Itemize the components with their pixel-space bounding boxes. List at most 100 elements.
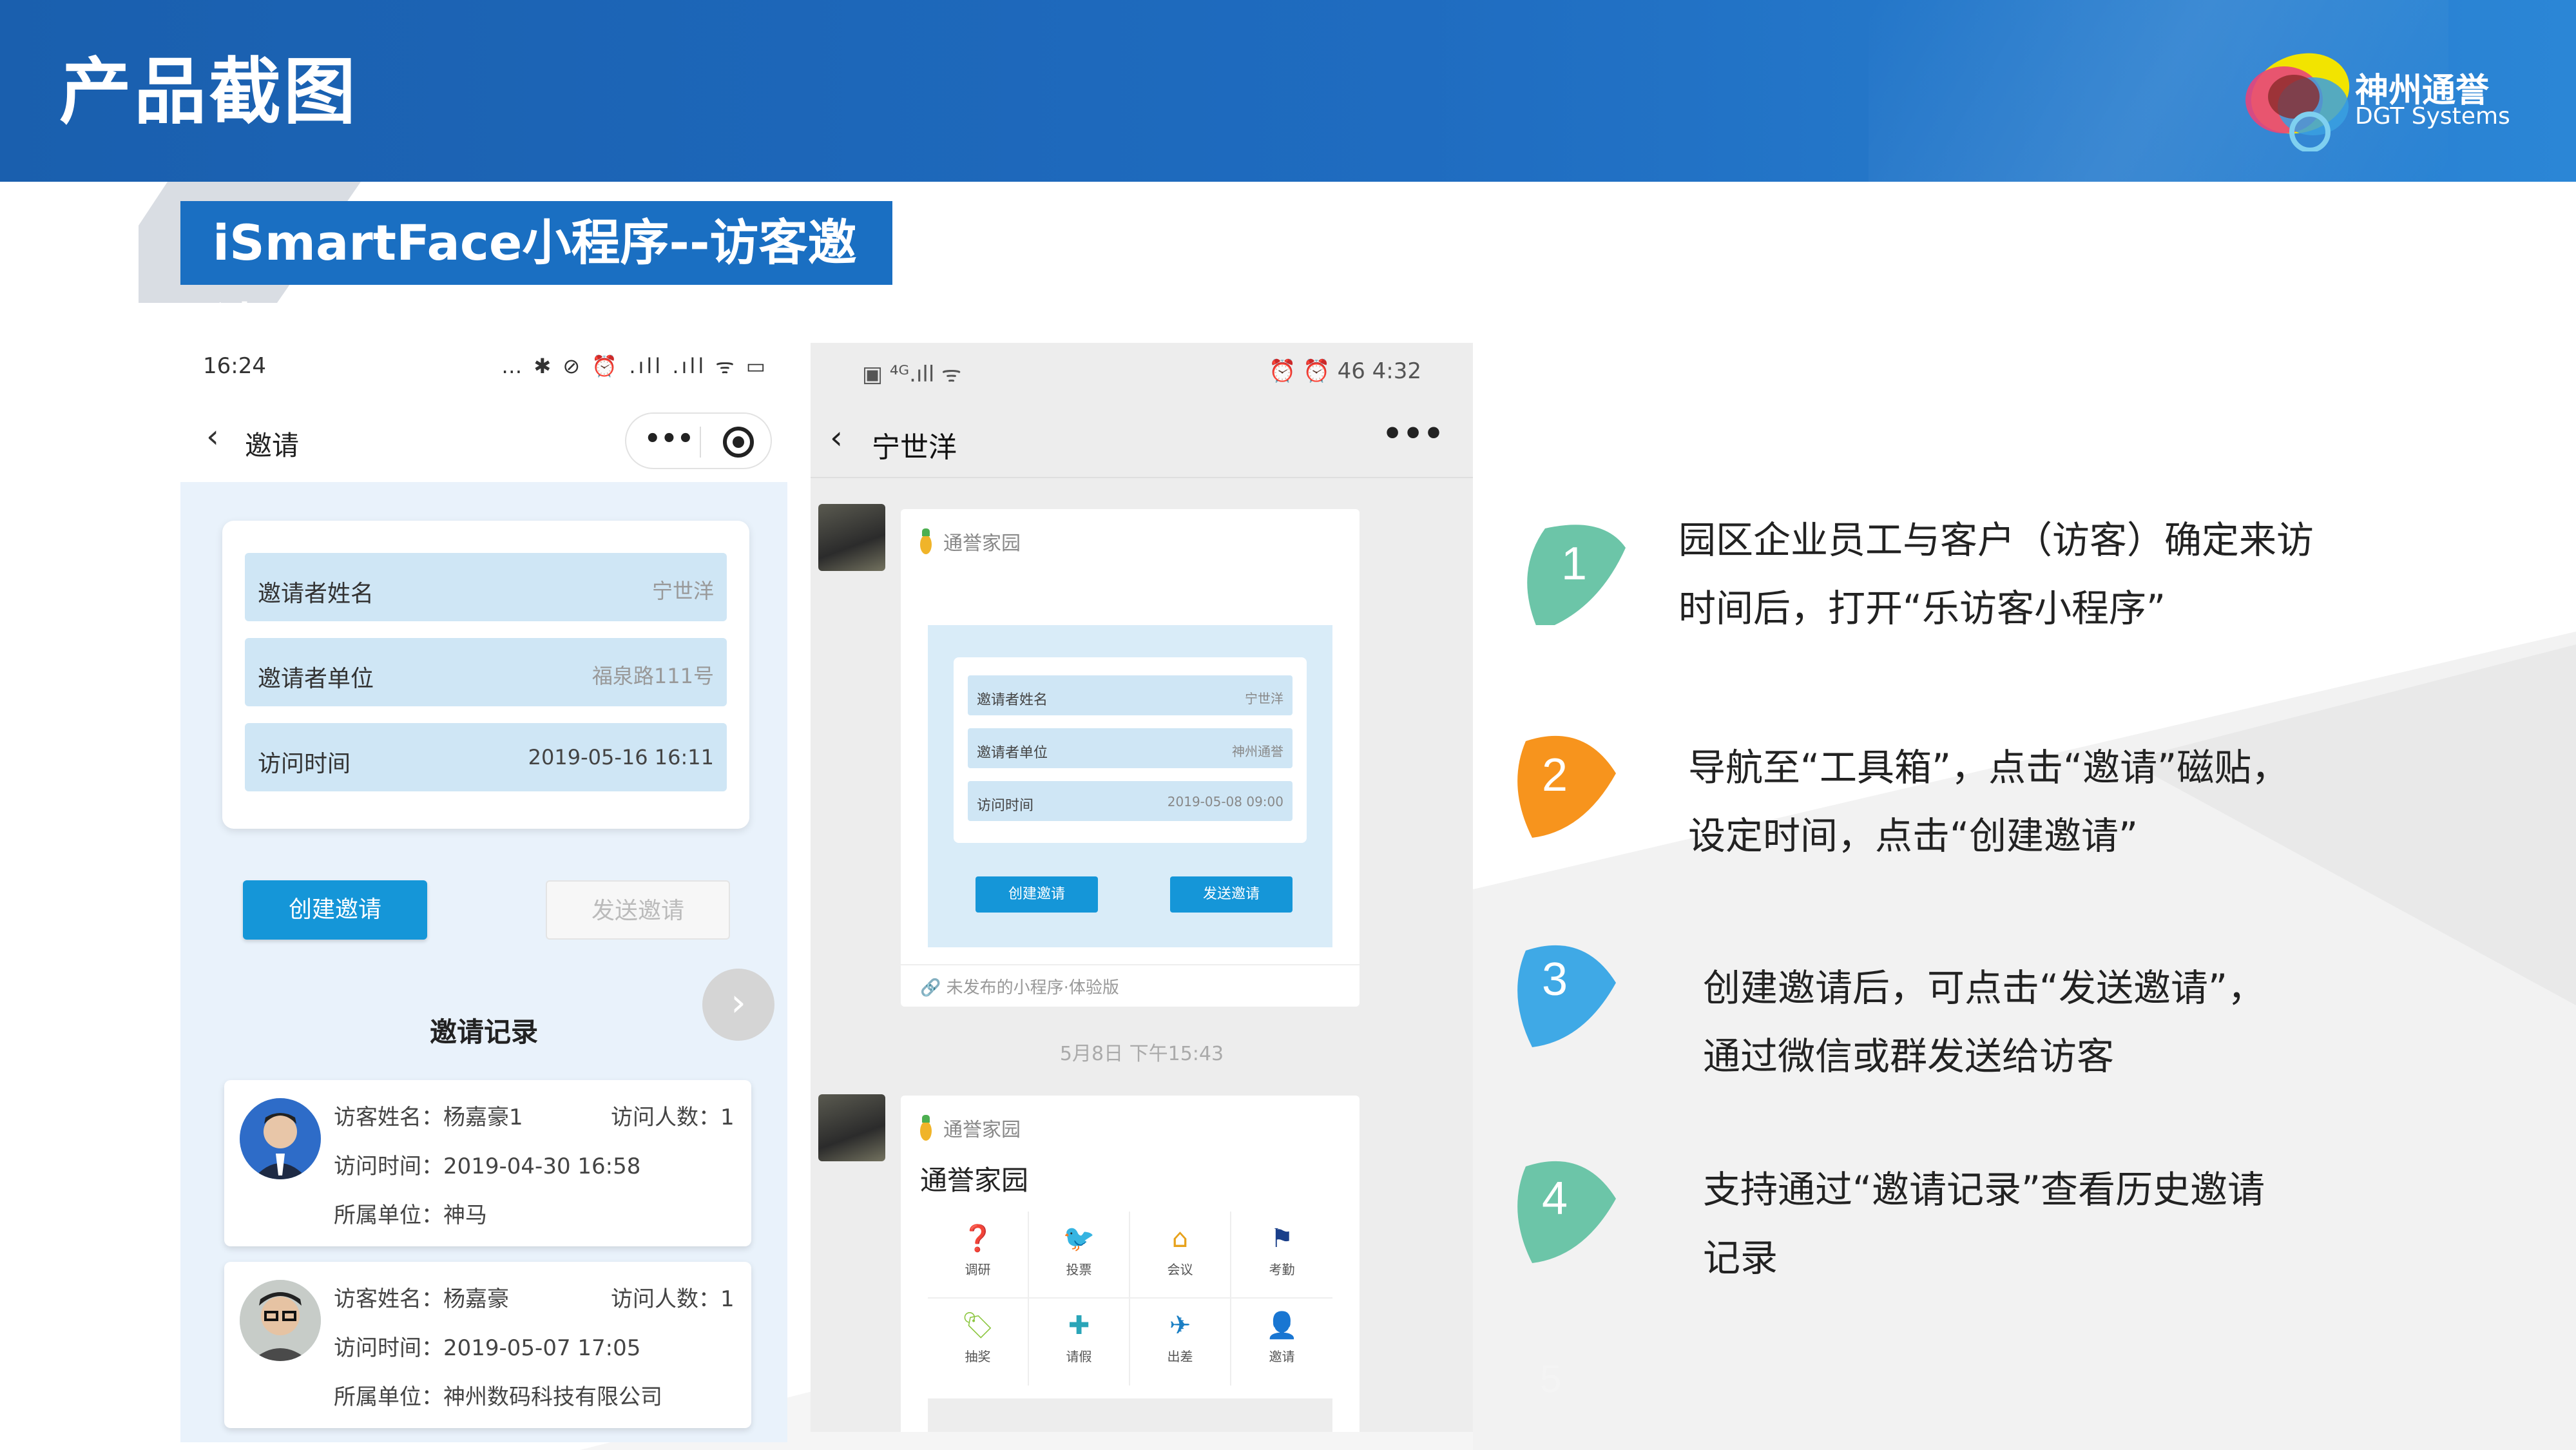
step-number: 3	[1500, 925, 1610, 1034]
card-title: 通誉家园	[920, 1165, 1029, 1196]
visitor-name: 访客姓名：杨嘉豪	[334, 1286, 509, 1312]
capsule-divider	[700, 427, 701, 458]
card-app-name: 通誉家园	[943, 1119, 1021, 1141]
form-value: 2019-05-16 16:11	[528, 745, 714, 769]
form-value: 福泉路111号	[591, 664, 714, 688]
record-card[interactable]: 访客姓名：杨嘉豪1 访问人数：1 访问时间：2019-04-30 16:58 所…	[224, 1080, 751, 1246]
nav-bar: ‹ 邀请 •••	[180, 398, 787, 482]
step-description: 支持通过“邀请记录”查看历史邀请 记录	[1703, 1155, 2265, 1292]
mini-program-card[interactable]: 通誉家园 邀请者姓名 宁世洋 邀请者单位 神州通誉 访问时间 2019-05-0…	[901, 509, 1360, 1007]
step-number-text: 4	[1541, 1173, 1568, 1224]
preview-value: 2019-05-08 09:00	[1167, 794, 1283, 809]
step-line: 支持通过“邀请记录”查看历史邀请	[1703, 1168, 2265, 1212]
step-description: 创建邀请后，可点击“发送邀请”， 通过微信或群发送给访客	[1703, 954, 2265, 1090]
medkit-icon: ✚	[1068, 1311, 1090, 1340]
step-number: 1	[1519, 509, 1629, 619]
pineapple-icon	[920, 528, 932, 554]
link-icon: 🔗	[920, 978, 947, 998]
plane-icon: ✈	[1169, 1311, 1191, 1340]
step-line: 记录	[1703, 1236, 1778, 1280]
back-icon[interactable]: ‹	[206, 418, 219, 455]
preview-value: 神州通誉	[1232, 744, 1283, 759]
record-card[interactable]: 访客姓名：杨嘉豪 访问人数：1 访问时间：2019-05-07 17:05 所属…	[224, 1262, 751, 1428]
grid-label: 出差	[1167, 1349, 1193, 1364]
status-bar: 16:24 … ✱ ⊘ ⏰ .ıll .ıll ᯤ ▭	[180, 334, 787, 398]
preview-label: 访问时间	[977, 798, 1034, 814]
create-invite-button[interactable]: 创建邀请	[243, 880, 427, 940]
more-icon[interactable]: •••	[1382, 415, 1444, 452]
step-number-text: 2	[1541, 749, 1568, 801]
chat-nav-bar: ‹ 宁世洋 •••	[811, 401, 1473, 478]
visitor-unit: 所属单位：神州数码科技有限公司	[334, 1384, 662, 1410]
form-row-inviter-name[interactable]: 邀请者姓名 宁世洋	[245, 553, 727, 621]
question-icon: ❓	[961, 1224, 994, 1253]
card-app-header: 通誉家园	[920, 1114, 1021, 1142]
header-bar: 产品截图 神州通誉 DGT Systems	[0, 0, 2576, 182]
grid-label: 调研	[965, 1262, 991, 1277]
preview-label: 邀请者单位	[977, 745, 1048, 761]
step-number-text: 1	[1561, 538, 1588, 590]
grid-label: 抽奖	[965, 1349, 991, 1364]
visitor-count: 访问人数：1	[611, 1105, 735, 1130]
status-left-icons: ▣ ⁴ᴳ.ıll ᯤ	[862, 362, 962, 387]
form-row-visit-time[interactable]: 访问时间 2019-05-16 16:11	[245, 723, 727, 791]
grid-label: 考勤	[1269, 1262, 1295, 1277]
chat-title: 宁世洋	[872, 431, 957, 464]
form-row-inviter-unit[interactable]: 邀请者单位 福泉路111号	[245, 638, 727, 706]
section-subtitle: iSmartFace小程序--访客邀请	[180, 201, 892, 355]
step-description: 导航至“工具箱”，点击“邀请”磁贴， 设定时间，点击“创建邀请”	[1688, 733, 2289, 870]
grid-label: 投票	[1066, 1262, 1092, 1277]
step-line: 导航至“工具箱”，点击“邀请”磁贴，	[1688, 746, 2289, 789]
step-number: 2	[1500, 720, 1610, 830]
person-icon: 👤	[1265, 1311, 1298, 1340]
grid-label: 会议	[1167, 1262, 1193, 1277]
avatar	[240, 1098, 321, 1179]
more-icon[interactable]: •••	[644, 424, 694, 454]
invite-form: 邀请者姓名 宁世洋 邀请者单位 福泉路111号 访问时间 2019-05-16 …	[222, 521, 749, 829]
slide-title: 产品截图	[59, 50, 358, 134]
status-right-icons: ⏰ ⏰ 46 4:32	[1269, 358, 1421, 384]
visitor-count: 访问人数：1	[611, 1286, 735, 1312]
step-number: 4	[1500, 1144, 1610, 1253]
chat-timestamp: 5月8日 下午15:43	[1059, 1043, 1224, 1065]
back-icon[interactable]: ‹	[830, 419, 843, 456]
close-mini-program-icon[interactable]	[723, 427, 754, 458]
form-value: 宁世洋	[651, 579, 714, 603]
preview-send-button: 发送邀请	[1170, 876, 1293, 913]
preview-form: 邀请者姓名 宁世洋 邀请者单位 神州通誉 访问时间 2019-05-08 09:…	[954, 657, 1307, 843]
status-bar: ▣ ⁴ᴳ.ıll ᯤ ⏰ ⏰ 46 4:32	[811, 343, 1473, 401]
sender-avatar[interactable]	[818, 504, 885, 571]
nav-title: 邀请	[245, 430, 300, 461]
grid-item-invite: 👤 邀请	[1231, 1299, 1332, 1386]
step-line: 设定时间，点击“创建邀请”	[1688, 814, 2139, 858]
grid-item-lottery: 🏷 抽奖	[928, 1299, 1029, 1386]
bird-icon: 🐦	[1062, 1224, 1095, 1253]
card-footer-note: 未发布的小程序·体验版	[946, 978, 1119, 998]
preview-value: 宁世洋	[1245, 691, 1283, 706]
sender-avatar[interactable]	[818, 1094, 885, 1161]
step-description: 园区企业员工与客户（访客）确定来访 时间后，打开“乐访客小程序”	[1678, 506, 2314, 643]
card-footer: 🔗 未发布的小程序·体验版	[920, 974, 1119, 998]
form-label: 访问时间	[258, 751, 351, 777]
pineapple-icon	[920, 1114, 932, 1141]
preview-create-button: 创建邀请	[976, 876, 1098, 913]
send-invite-button[interactable]: 发送邀请	[546, 880, 730, 940]
avatar	[240, 1280, 321, 1361]
card-divider	[901, 964, 1360, 965]
grid-item-business-trip: ✈ 出差	[1130, 1299, 1231, 1386]
preview-label: 邀请者姓名	[977, 692, 1048, 708]
form-label: 邀请者单位	[258, 666, 374, 692]
card-app-name: 通誉家园	[943, 532, 1021, 555]
mini-program-card[interactable]: 通誉家园 通誉家园 ❓ 调研 🐦 投票 ⌂ 会议 ⚑ 考勤 🏷 抽奖 ✚ 请假 ✈ 出差 👤 邀…	[901, 1096, 1360, 1432]
preview-row: 邀请者单位 神州通誉	[968, 728, 1293, 768]
form-label: 邀请者姓名	[258, 581, 374, 607]
tool-grid: ❓ 调研 🐦 投票 ⌂ 会议 ⚑ 考勤 🏷 抽奖 ✚ 请假 ✈ 出差 👤 邀请	[928, 1212, 1332, 1386]
preview-row: 访问时间 2019-05-08 09:00	[968, 781, 1293, 821]
grid-item-survey: ❓ 调研	[928, 1212, 1029, 1299]
records-title: 邀请记录	[429, 1016, 538, 1048]
visitor-unit: 所属单位：神马	[334, 1203, 487, 1228]
page-number: 5	[1540, 1357, 1562, 1400]
grid-item-leave: ✚ 请假	[1029, 1299, 1130, 1386]
phone-screenshot-invite: 16:24 … ✱ ⊘ ⏰ .ıll .ıll ᯤ ▭ ‹ 邀请 ••• 邀请者…	[180, 334, 787, 1442]
preview-row: 邀请者姓名 宁世洋	[968, 675, 1293, 715]
